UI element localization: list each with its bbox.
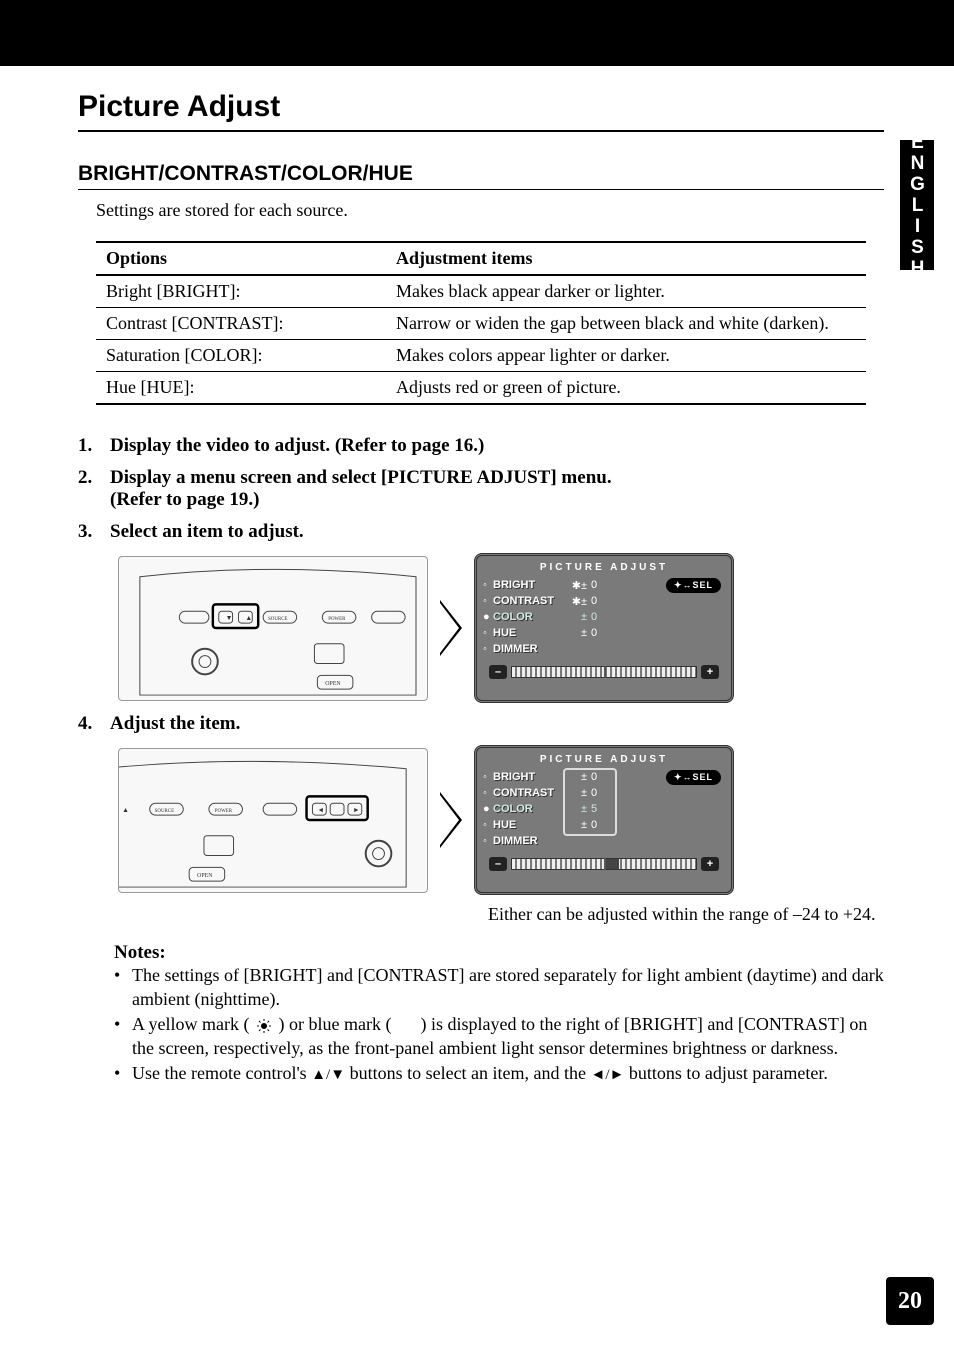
slider-track <box>511 666 697 678</box>
svg-text:SOURCE: SOURCE <box>155 809 174 814</box>
osd-title: PICTURE ADJUST <box>483 562 725 573</box>
th-adjust: Adjustment items <box>386 242 866 275</box>
sun-icon <box>254 1018 274 1034</box>
language-tab: ENGLISH <box>900 140 934 270</box>
svg-text:POWER: POWER <box>328 617 346 622</box>
step-4-text: Adjust the item. <box>110 713 240 735</box>
table-row: Saturation [COLOR]: Makes colors appear … <box>96 340 866 372</box>
notes-heading: Notes: <box>114 942 884 964</box>
step-2-text-b: (Refer to page 19.) <box>110 489 260 510</box>
intro-text: Settings are stored for each source. <box>96 200 884 221</box>
svg-text:OPEN: OPEN <box>325 681 341 687</box>
svg-text:▼: ▼ <box>226 615 233 622</box>
step-3-text: Select an item to adjust. <box>110 521 304 543</box>
slider-track <box>511 858 697 870</box>
step-2: 2. Display a menu screen and select [PIC… <box>78 467 884 511</box>
figure-caption: Either can be adjusted within the range … <box>488 903 884 926</box>
osd-screen-1: PICTURE ADJUST ✦↔SEL ◦BRIGHT✱±0 ◦CONTRAS… <box>474 553 734 703</box>
device-panel-1: ▼ ▲ SOURCE POWER OPEN <box>118 556 428 701</box>
table-row: Contrast [CONTRAST]: Narrow or widen the… <box>96 308 866 340</box>
sub-title: BRIGHT/CONTRAST/COLOR/HUE <box>78 162 884 190</box>
note-3: • Use the remote control's ▲/▼ buttons t… <box>114 1062 884 1086</box>
plus-button: + <box>701 857 719 871</box>
svg-text:◄: ◄ <box>317 807 324 814</box>
up-down-icon: ▲/▼ <box>311 1067 345 1083</box>
plus-button: + <box>701 665 719 679</box>
sel-pill: ✦↔SEL <box>666 578 721 593</box>
left-right-icon: ◄/► <box>591 1067 625 1083</box>
step-4: 4. Adjust the item. <box>78 713 884 735</box>
minus-button: – <box>489 857 507 871</box>
step-1-text: Display the video to adjust. (Refer to p… <box>110 435 484 457</box>
note-2: • A yellow mark ( ) or blue mark ( ) is … <box>114 1013 884 1060</box>
top-black-bar <box>0 0 954 66</box>
options-table: Options Adjustment items Bright [BRIGHT]… <box>96 241 866 405</box>
sel-pill: ✦↔SEL <box>666 770 721 785</box>
table-row: Bright [BRIGHT]: Makes black appear dark… <box>96 275 866 308</box>
svg-text:►: ► <box>353 807 360 814</box>
moon-icon <box>396 1018 416 1034</box>
svg-text:▲: ▲ <box>245 615 252 622</box>
svg-text:▲: ▲ <box>122 807 129 814</box>
page-number: 20 <box>886 1277 934 1325</box>
osd-title: PICTURE ADJUST <box>483 754 725 765</box>
device-panel-2: ▲ SOURCE POWER ◄ ► OPEN <box>118 748 428 893</box>
note-1: • The settings of [BRIGHT] and [CONTRAST… <box>114 964 884 1011</box>
svg-text:OPEN: OPEN <box>197 873 213 879</box>
value-highlight-box <box>563 768 617 836</box>
svg-text:SOURCE: SOURCE <box>268 617 287 622</box>
table-row: Hue [HUE]: Adjusts red or green of pictu… <box>96 372 866 405</box>
th-options: Options <box>96 242 386 275</box>
osd-screen-2: PICTURE ADJUST ✦↔SEL ◦BRIGHT±0 ◦CONTRAST… <box>474 745 734 895</box>
step-3: 3. Select an item to adjust. <box>78 521 884 543</box>
minus-button: – <box>489 665 507 679</box>
step-2-text-a: Display a menu screen and select [PICTUR… <box>110 467 612 488</box>
arrow-icon <box>440 600 462 656</box>
step-1: 1. Display the video to adjust. (Refer t… <box>78 435 884 457</box>
svg-text:POWER: POWER <box>215 809 233 814</box>
main-title: Picture Adjust <box>78 90 884 132</box>
arrow-icon <box>440 792 462 848</box>
